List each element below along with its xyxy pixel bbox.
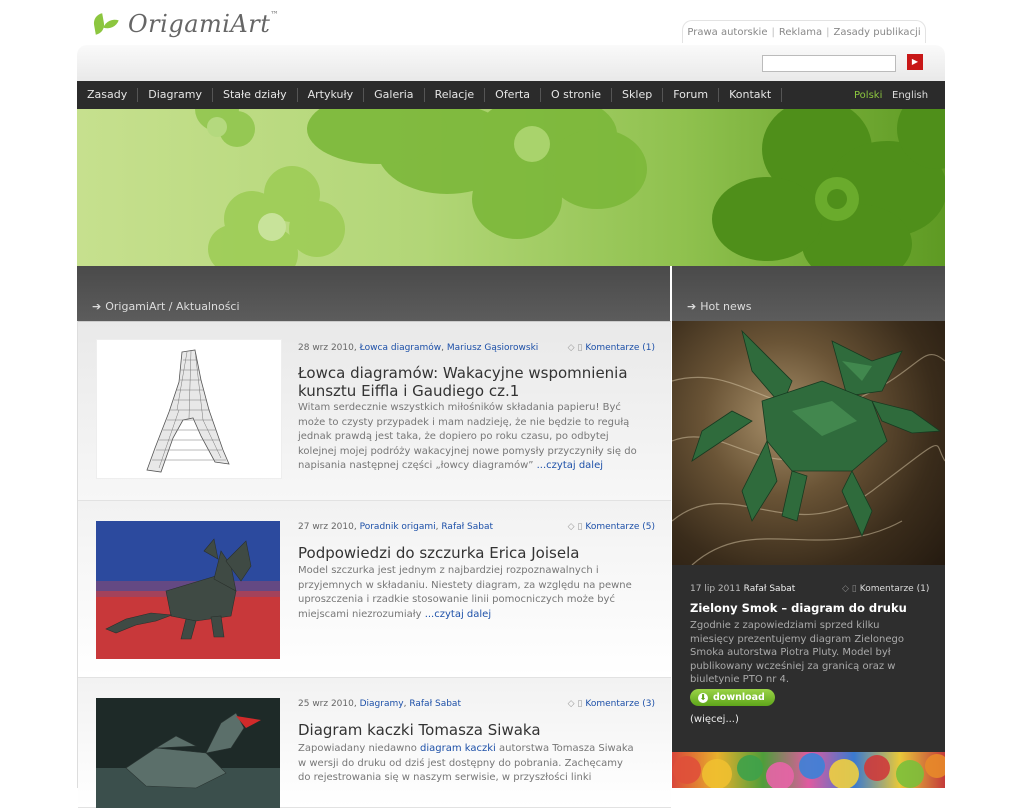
nav-diagramy[interactable]: Diagramy — [138, 88, 213, 102]
read-more-link[interactable]: ...czytaj dalej — [537, 460, 603, 471]
colorful-origami-image[interactable] — [672, 752, 945, 788]
nav-forum[interactable]: Forum — [663, 88, 720, 102]
rat-origami-thumb[interactable] — [96, 521, 280, 659]
dragon-origami-icon — [672, 329, 945, 565]
author-link[interactable]: Rafał Sabat — [744, 584, 796, 594]
lang-english[interactable]: English — [892, 90, 928, 101]
nav-sklep[interactable]: Sklep — [612, 88, 664, 102]
comments-link[interactable]: ◇ ▯ Komentarze (3) — [568, 699, 655, 709]
comment-icon: ◇ ▯ — [567, 522, 583, 532]
nav-stale-dzialy[interactable]: Stałe działy — [213, 88, 298, 102]
post-meta: 27 wrz 2010, Poradnik origami, Rafał Sab… — [298, 522, 494, 532]
link-prawa-autorskie[interactable]: Prawa autorskie — [687, 27, 767, 38]
play-arrow-icon: ▶ — [911, 57, 919, 66]
nav-zasady[interactable]: Zasady — [77, 88, 139, 102]
hot-comments-link[interactable]: ◇ ▯ Komentarze (1) — [842, 584, 929, 594]
post-meta: 25 wrz 2010, Diagramy, Rafał Sabat — [298, 699, 461, 709]
duck-origami-icon — [96, 698, 280, 808]
more-link[interactable]: (więcej...) — [690, 714, 739, 725]
duck-origami-thumb[interactable] — [96, 698, 280, 808]
hot-news-meta: 17 lip 2011 Rafał Sabat — [690, 584, 796, 594]
post-title[interactable]: Diagram kaczki Tomasza Siwaka — [298, 721, 541, 739]
comment-icon: ◇ ▯ — [567, 343, 583, 353]
news-list: 28 wrz 2010, Łowca diagramów, Mariusz Gą… — [77, 321, 671, 808]
breadcrumb: ➔ OrigamiArt / Aktualności — [92, 300, 240, 313]
download-arrow-icon: ⬇ — [698, 692, 708, 703]
nav-o-stronie[interactable]: O stronie — [541, 88, 613, 102]
link-zasady-publikacji[interactable]: Zasady publikacji — [833, 27, 920, 38]
post-excerpt: Zapowiadany niedawno diagram kaczki auto… — [298, 743, 634, 783]
comments-link[interactable]: ◇ ▯ Komentarze (1) — [568, 343, 655, 353]
post-title[interactable]: Podpowiedzi do szczurka Erica Joisela — [298, 544, 579, 562]
comments-link[interactable]: ◇ ▯ Komentarze (5) — [568, 522, 655, 532]
nav-relacje[interactable]: Relacje — [425, 88, 486, 102]
post-excerpt: Model szczurka jest jednym z najbardziej… — [298, 565, 632, 620]
top-links: Prawa autorskie | Reklama | Zasady publi… — [682, 20, 926, 43]
news-item: 27 wrz 2010, Poradnik origami, Rafał Sab… — [78, 501, 671, 678]
site-logo[interactable]: OrigamiArt™ — [92, 8, 279, 40]
main-nav: Zasady Diagramy Stałe działy Artykuły Ga… — [77, 81, 945, 109]
nav-galeria[interactable]: Galeria — [364, 88, 425, 102]
post-meta: 28 wrz 2010, Łowca diagramów, Mariusz Gą… — [298, 343, 539, 353]
paper-balls-icon — [673, 753, 945, 788]
hot-news-headline[interactable]: Zielony Smok – diagram do druku — [690, 601, 907, 615]
post-title[interactable]: Łowca diagramów: Wakacyjne wspomnienia k… — [298, 364, 628, 400]
arrow-right-icon: ➔ — [687, 300, 697, 313]
author-link[interactable]: Rafał Sabat — [441, 522, 493, 532]
hot-news-title: ➔ Hot news — [687, 300, 752, 313]
nav-oferta[interactable]: Oferta — [485, 88, 542, 102]
download-button[interactable]: ⬇ download — [690, 689, 775, 706]
post-excerpt: Witam serdecznie wszystkich miłośników s… — [298, 402, 637, 471]
author-link[interactable]: Mariusz Gąsiorowski — [447, 343, 538, 353]
nav-kontakt[interactable]: Kontakt — [719, 88, 783, 102]
rat-origami-icon — [96, 521, 280, 659]
eiffel-tower-diagram-thumb[interactable] — [96, 339, 282, 479]
comment-icon: ◇ ▯ — [567, 699, 583, 709]
tower-mesh-icon — [146, 349, 230, 473]
lang-polski[interactable]: Polski — [854, 90, 882, 101]
nav-artykuly[interactable]: Artykuły — [298, 88, 365, 102]
category-link[interactable]: Łowca diagramów — [360, 343, 442, 353]
news-item: 25 wrz 2010, Diagramy, Rafał Sabat ◇ ▯ Ko… — [78, 678, 671, 808]
link-reklama[interactable]: Reklama — [779, 27, 822, 38]
category-link[interactable]: Poradnik origami — [360, 522, 436, 532]
category-link[interactable]: Diagramy — [360, 699, 404, 709]
read-more-link[interactable]: ...czytaj dalej — [425, 609, 491, 620]
flower-pattern-icon — [195, 109, 945, 266]
logo-text: OrigamiArt™ — [128, 10, 279, 38]
green-dragon-image[interactable] — [672, 321, 945, 565]
search-button[interactable]: ▶ — [907, 54, 923, 70]
hot-news-text: Zgodnie z zapowiedziami sprzed kilku mie… — [690, 620, 904, 685]
search-input[interactable] — [762, 55, 896, 72]
arrow-right-icon: ➔ — [92, 300, 102, 313]
flower-banner — [77, 109, 945, 266]
comment-icon: ◇ ▯ — [842, 584, 857, 594]
leaf-logo-icon — [92, 10, 120, 38]
author-link[interactable]: Rafał Sabat — [409, 699, 461, 709]
news-item: 28 wrz 2010, Łowca diagramów, Mariusz Gą… — [78, 321, 671, 501]
duck-diagram-link[interactable]: diagram kaczki — [420, 743, 496, 754]
